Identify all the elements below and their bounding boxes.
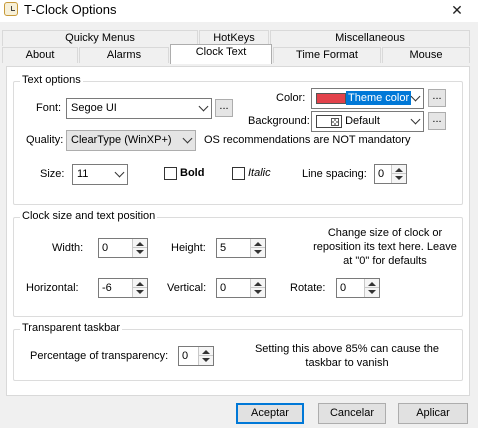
tab-mouse[interactable]: Mouse (382, 47, 470, 63)
ok-button[interactable]: Aceptar (236, 403, 304, 424)
rotate-label: Rotate: (290, 282, 326, 294)
spin-down-icon[interactable] (136, 290, 144, 294)
spin-down-icon[interactable] (254, 250, 262, 254)
line-spacing-spinner[interactable]: 0 (374, 164, 407, 184)
vertical-spinner[interactable]: 0 (216, 278, 266, 298)
spin-down-icon[interactable] (254, 290, 262, 294)
spin-up-icon[interactable] (202, 350, 210, 354)
transparency-label: Percentage of transparency: (30, 350, 169, 362)
quality-label: Quality: (26, 134, 64, 146)
spin-buttons[interactable] (391, 165, 406, 183)
font-value: Segoe UI (71, 102, 117, 114)
horizontal-label: Horizontal: (26, 282, 79, 294)
line-spacing-value: 0 (378, 168, 385, 180)
apply-button[interactable]: Aplicar (398, 403, 468, 424)
tab-quicky-menus[interactable]: Quicky Menus (2, 30, 198, 46)
clock-size-group: Clock size and text position Width: 0 He… (13, 210, 463, 317)
spin-buttons[interactable] (250, 239, 265, 257)
tab-about[interactable]: About (2, 47, 78, 63)
transparency-title: Transparent taskbar (20, 322, 123, 334)
spin-buttons[interactable] (132, 279, 147, 297)
transparent-swatch-icon (316, 114, 342, 128)
chevron-down-icon (114, 167, 125, 178)
spin-down-icon[interactable] (368, 290, 376, 294)
spin-up-icon[interactable] (395, 168, 403, 172)
rotate-spinner[interactable]: 0 (336, 278, 380, 298)
spin-up-icon[interactable] (136, 282, 144, 286)
horizontal-spinner[interactable]: -6 (98, 278, 148, 298)
height-label: Height: (171, 242, 206, 254)
background-label: Background: (248, 115, 310, 127)
chevron-down-icon (410, 114, 421, 125)
transparency-group: Transparent taskbar Percentage of transp… (13, 322, 463, 381)
width-value: 0 (102, 242, 109, 254)
quality-value: ClearType (WinXP+) (71, 134, 172, 146)
clock-size-hint: Change size of clock or reposition its t… (313, 227, 457, 267)
line-spacing-label: Line spacing: (302, 168, 367, 180)
text-options-group: Text options Font: Segoe UI ... Color: T… (13, 74, 463, 205)
spin-buttons[interactable] (198, 347, 213, 365)
vertical-label: Vertical: (167, 282, 207, 294)
background-combo[interactable]: Default (311, 111, 424, 132)
spin-down-icon[interactable] (136, 250, 144, 254)
color-combo[interactable]: Theme color (311, 88, 424, 109)
tab-strip: Quicky Menus HotKeys Miscellaneous About… (0, 22, 478, 70)
font-label: Font: (36, 102, 62, 114)
spin-up-icon[interactable] (254, 242, 262, 246)
color-label: Color: (276, 92, 306, 104)
rotate-value: 0 (340, 282, 347, 294)
spin-buttons[interactable] (364, 279, 379, 297)
background-value: Default (345, 115, 380, 127)
spin-up-icon[interactable] (368, 282, 376, 286)
cancel-button[interactable]: Cancelar (318, 403, 386, 424)
transparency-spinner[interactable]: 0 (178, 346, 214, 366)
chevron-down-icon (410, 91, 421, 102)
spin-up-icon[interactable] (136, 242, 144, 246)
font-combo[interactable]: Segoe UI (66, 98, 212, 119)
spin-down-icon[interactable] (395, 176, 403, 180)
clock-app-icon (4, 2, 18, 16)
spin-up-icon[interactable] (254, 282, 262, 286)
width-spinner[interactable]: 0 (98, 238, 148, 258)
size-combo[interactable]: 11 (72, 164, 128, 185)
tab-clock-text[interactable]: Clock Text (170, 44, 272, 64)
text-options-title: Text options (20, 74, 83, 86)
close-button[interactable]: ✕ (436, 0, 478, 22)
quality-combo[interactable]: ClearType (WinXP+) (66, 130, 196, 151)
italic-label: Italic (248, 167, 271, 179)
height-spinner[interactable]: 5 (216, 238, 266, 258)
size-value: 11 (77, 168, 89, 180)
bold-label: Bold (180, 167, 205, 179)
title-bar: T-Clock Options ✕ (0, 0, 478, 22)
os-recommendation-note: OS recommendations are NOT mandatory (204, 134, 411, 146)
spin-buttons[interactable] (132, 239, 147, 257)
color-browse-button[interactable]: ... (428, 89, 446, 107)
tab-alarms[interactable]: Alarms (79, 47, 169, 63)
font-browse-button[interactable]: ... (215, 99, 233, 117)
chevron-down-icon (182, 133, 193, 144)
height-value: 5 (220, 242, 227, 254)
bold-checkbox[interactable] (164, 167, 177, 180)
width-label: Width: (52, 242, 84, 254)
background-browse-button[interactable]: ... (428, 112, 446, 130)
vertical-value: 0 (220, 282, 227, 294)
tab-time-format[interactable]: Time Format (273, 47, 381, 63)
transparency-value: 0 (182, 350, 189, 362)
tab-miscellaneous[interactable]: Miscellaneous (270, 30, 470, 46)
clock-text-page: Text options Font: Segoe UI ... Color: T… (6, 66, 470, 396)
clock-size-title: Clock size and text position (20, 210, 158, 222)
color-value: Theme color (346, 91, 412, 106)
transparency-hint: Setting this above 85% can cause the tas… (254, 343, 440, 369)
color-swatch (316, 92, 346, 104)
italic-checkbox[interactable] (232, 167, 245, 180)
spin-down-icon[interactable] (202, 358, 210, 362)
spin-buttons[interactable] (250, 279, 265, 297)
window-title: T-Clock Options (24, 2, 117, 17)
size-label: Size: (40, 168, 65, 180)
chevron-down-icon (198, 101, 209, 112)
horizontal-value: -6 (102, 282, 112, 294)
